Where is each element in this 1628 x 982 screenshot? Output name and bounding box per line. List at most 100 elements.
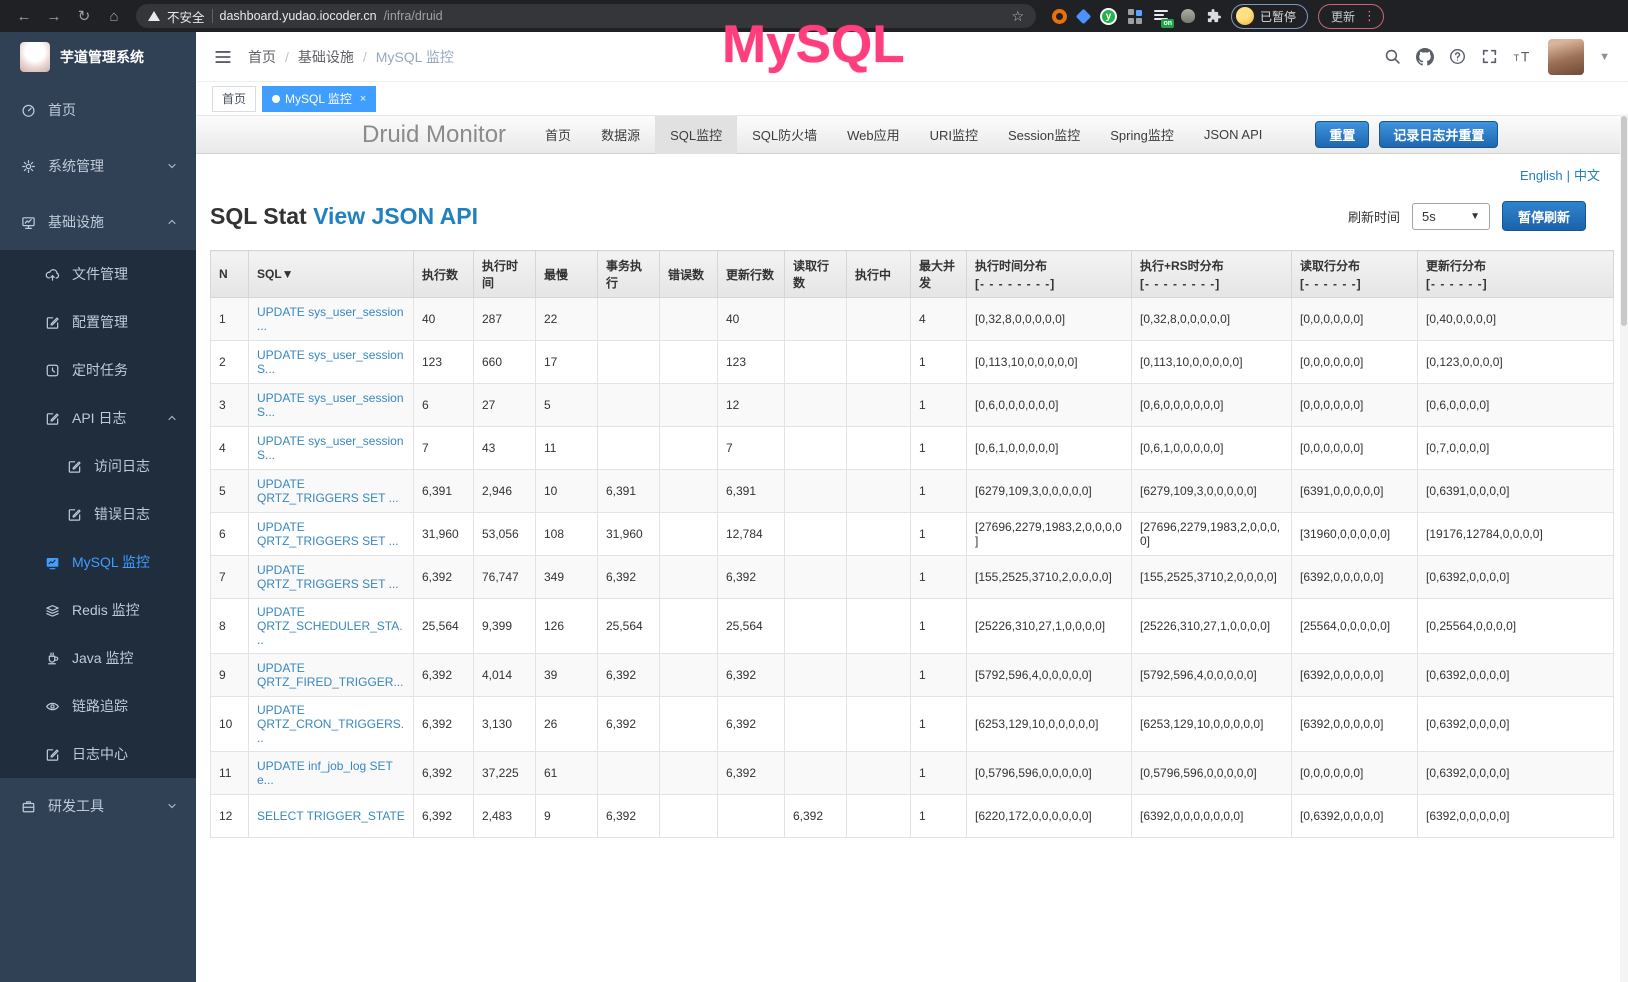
druid-tab-SQL监控[interactable]: SQL监控 bbox=[655, 116, 737, 154]
back-icon[interactable]: ← bbox=[10, 3, 38, 29]
address-bar[interactable]: 不安全 dashboard.yudao.iocoder.cn/infra/dru… bbox=[136, 4, 1036, 28]
column-header-7[interactable]: 更新行数 bbox=[718, 251, 785, 298]
sql-link[interactable]: UPDATE sys_user_session S... bbox=[257, 348, 404, 376]
druid-tab-数据源[interactable]: 数据源 bbox=[586, 116, 655, 154]
select-chevron-down-icon: ▼ bbox=[1470, 211, 1480, 222]
druid-tab-Web应用[interactable]: Web应用 bbox=[832, 116, 915, 154]
sql-link[interactable]: UPDATE QRTZ_TRIGGERS SET ... bbox=[257, 520, 399, 548]
cell: 6 bbox=[414, 384, 474, 427]
sidebar-item-access-log[interactable]: 访问日志 bbox=[0, 442, 196, 490]
column-header-11[interactable]: 执行时间分布[- - - - - - - -] bbox=[967, 251, 1132, 298]
sidebar-item-infra[interactable]: 基础设施 bbox=[0, 194, 196, 250]
column-header-12[interactable]: 执行+RS时分布[- - - - - - - -] bbox=[1132, 251, 1292, 298]
page-scrollbar[interactable] bbox=[1620, 114, 1628, 982]
cell: 22 bbox=[536, 298, 598, 341]
monkey-extension-icon[interactable] bbox=[1181, 9, 1195, 23]
sql-link[interactable]: UPDATE QRTZ_TRIGGERS SET ... bbox=[257, 477, 399, 505]
column-header-8[interactable]: 读取行数 bbox=[785, 251, 847, 298]
sql-link[interactable]: UPDATE sys_user_session ... bbox=[257, 305, 404, 333]
sidebar-item-log-center[interactable]: 日志中心 bbox=[0, 730, 196, 778]
column-header-3[interactable]: 执行时间 bbox=[474, 251, 536, 298]
druid-tab-JSON API[interactable]: JSON API bbox=[1189, 116, 1278, 154]
druid-tab-Spring监控[interactable]: Spring监控 bbox=[1095, 116, 1189, 154]
column-header-9[interactable]: 执行中 bbox=[847, 251, 911, 298]
font-size-icon[interactable]: TT bbox=[1513, 48, 1533, 65]
reload-icon[interactable]: ↻ bbox=[70, 3, 98, 29]
sidebar-item-config[interactable]: 配置管理 bbox=[0, 298, 196, 346]
column-header-10[interactable]: 最大并发 bbox=[911, 251, 967, 298]
cell: 1 bbox=[911, 513, 967, 556]
list-extension-icon[interactable]: on bbox=[1154, 9, 1170, 23]
squares-extension-icon[interactable] bbox=[1128, 9, 1143, 24]
reset-button[interactable]: 重置 bbox=[1315, 121, 1369, 148]
breadcrumb-item[interactable]: 基础设施 bbox=[298, 47, 354, 67]
sql-link[interactable]: UPDATE QRTZ_CRON_TRIGGERS... bbox=[257, 703, 404, 745]
sidebar-item-redis[interactable]: Redis 监控 bbox=[0, 586, 196, 634]
refresh-interval-select[interactable]: 5s ▼ bbox=[1412, 203, 1490, 230]
y-extension-icon[interactable]: y bbox=[1100, 8, 1117, 25]
sidebar-item-file[interactable]: 文件管理 bbox=[0, 250, 196, 298]
sql-link[interactable]: UPDATE inf_job_log SET e... bbox=[257, 759, 393, 787]
hamburger-icon[interactable] bbox=[214, 48, 232, 66]
avatar-caret-down-icon[interactable]: ▼ bbox=[1599, 51, 1610, 63]
gem-extension-icon[interactable] bbox=[1076, 8, 1092, 24]
column-header-5[interactable]: 事务执行 bbox=[598, 251, 660, 298]
sidebar-item-trace[interactable]: 链路追踪 bbox=[0, 682, 196, 730]
tag-active[interactable]: MySQL 监控× bbox=[262, 86, 376, 112]
view-json-api-link[interactable]: View JSON API bbox=[313, 203, 478, 229]
browser-menu-dots-icon[interactable]: ⋮ bbox=[1363, 8, 1376, 24]
cell: [0,5796,596,0,0,0,0,0] bbox=[1132, 752, 1292, 795]
druid-tab-Session监控[interactable]: Session监控 bbox=[993, 116, 1095, 154]
sql-link[interactable]: UPDATE QRTZ_FIRED_TRIGGER... bbox=[257, 661, 403, 689]
bookmark-star-icon[interactable]: ☆ bbox=[1011, 8, 1024, 25]
cell: 660 bbox=[474, 341, 536, 384]
adblock-extension-icon[interactable] bbox=[1052, 9, 1067, 24]
profile-chip[interactable]: 已暂停 bbox=[1231, 4, 1308, 29]
tag-inactive[interactable]: 首页 bbox=[212, 86, 256, 112]
sidebar-item-system[interactable]: 系统管理 bbox=[0, 138, 196, 194]
search-icon[interactable] bbox=[1384, 48, 1401, 65]
sidebar-item-job[interactable]: 定时任务 bbox=[0, 346, 196, 394]
sql-link[interactable]: SELECT TRIGGER_STATE bbox=[257, 809, 405, 823]
cell: 1 bbox=[911, 654, 967, 697]
sidebar-item-home[interactable]: 首页 bbox=[0, 82, 196, 138]
fullscreen-icon[interactable] bbox=[1481, 48, 1498, 65]
cell: [0,6,0,0,0,0,0,0] bbox=[1132, 384, 1292, 427]
druid-tab-首页[interactable]: 首页 bbox=[530, 116, 586, 154]
sidebar-item-java[interactable]: Java 监控 bbox=[0, 634, 196, 682]
cell bbox=[598, 341, 660, 384]
column-header-13[interactable]: 读取行分布[- - - - - -] bbox=[1292, 251, 1418, 298]
column-header-14[interactable]: 更新行分布[- - - - - -] bbox=[1418, 251, 1614, 298]
user-avatar[interactable] bbox=[1548, 39, 1584, 75]
help-icon[interactable] bbox=[1449, 48, 1466, 65]
column-header-2[interactable]: 执行数 bbox=[414, 251, 474, 298]
github-icon[interactable] bbox=[1416, 48, 1434, 66]
column-header-1[interactable]: SQL▼ bbox=[249, 251, 414, 298]
sql-link[interactable]: UPDATE sys_user_session S... bbox=[257, 391, 404, 419]
breadcrumb-item[interactable]: 首页 bbox=[248, 47, 276, 67]
pause-refresh-button[interactable]: 暂停刷新 bbox=[1502, 201, 1586, 231]
chrome-update-button[interactable]: 更新 ⋮ bbox=[1318, 4, 1384, 29]
sql-link[interactable]: UPDATE sys_user_session S... bbox=[257, 434, 404, 462]
home-icon[interactable]: ⌂ bbox=[100, 3, 128, 29]
scrollbar-thumb[interactable] bbox=[1621, 116, 1627, 326]
column-header-0[interactable]: N bbox=[211, 251, 249, 298]
sql-link[interactable]: UPDATE QRTZ_SCHEDULER_STA... bbox=[257, 605, 403, 647]
druid-tab-SQL防火墙[interactable]: SQL防火墙 bbox=[737, 116, 832, 154]
sidebar-item-api-log[interactable]: API 日志 bbox=[0, 394, 196, 442]
lang-chinese-link[interactable]: 中文 bbox=[1574, 168, 1600, 183]
druid-tab-URI监控[interactable]: URI监控 bbox=[915, 116, 993, 154]
sidebar-item-mysql[interactable]: MySQL 监控 bbox=[0, 538, 196, 586]
sidebar-item-error-log[interactable]: 错误日志 bbox=[0, 490, 196, 538]
lang-english-link[interactable]: English bbox=[1520, 168, 1563, 183]
sql-link[interactable]: UPDATE QRTZ_TRIGGERS SET ... bbox=[257, 563, 399, 591]
tag-close-icon[interactable]: × bbox=[360, 93, 366, 105]
chevron-up-icon bbox=[166, 216, 178, 228]
sidebar-item-dev-tools[interactable]: 研发工具 bbox=[0, 778, 196, 834]
puzzle-extensions-icon[interactable] bbox=[1206, 9, 1221, 24]
column-header-6[interactable]: 错误数 bbox=[660, 251, 718, 298]
forward-icon[interactable]: → bbox=[40, 3, 68, 29]
log-and-reset-button[interactable]: 记录日志并重置 bbox=[1379, 121, 1498, 148]
cell bbox=[847, 654, 911, 697]
column-header-4[interactable]: 最慢 bbox=[536, 251, 598, 298]
